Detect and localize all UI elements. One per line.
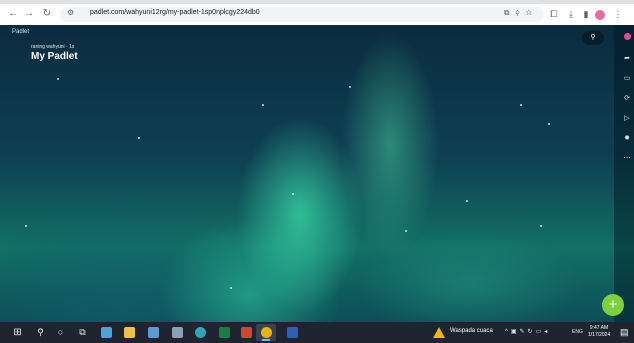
system-tray[interactable]: ^▣✎↻▭◂ — [505, 328, 550, 335]
weather-text[interactable]: Waspada cuaca — [450, 328, 493, 334]
calendar-icon[interactable] — [148, 327, 159, 338]
store-icon[interactable] — [172, 327, 183, 338]
clock-time: 9:47 AM — [589, 325, 609, 331]
notification-icon[interactable]: ▤ — [620, 327, 629, 338]
padlet-canvas[interactable]: Padlet raning wahyuni · 1s My Padlet ⚲ ➦… — [0, 25, 634, 322]
star — [138, 137, 140, 139]
star — [57, 78, 59, 80]
star — [25, 225, 27, 227]
sync-icon[interactable]: ↻ — [528, 329, 536, 335]
address-bar-actions[interactable]: ⧉⚲☆ — [504, 8, 538, 18]
word-icon[interactable] — [287, 327, 298, 338]
star — [262, 104, 264, 106]
edge-icon[interactable] — [195, 327, 206, 338]
browser-menu-icon[interactable]: ⋮ — [612, 7, 624, 21]
screen: ← → ↻ ⚙ padlet.com/wahyuni12rg/my-padlet… — [0, 0, 634, 343]
speaker-icon[interactable]: ◂ — [544, 329, 550, 335]
star — [349, 86, 351, 88]
tray-app-icon[interactable]: ▣ — [511, 329, 520, 335]
mail-icon[interactable] — [101, 327, 112, 338]
powerpoint-icon[interactable] — [241, 327, 252, 338]
chrome-icon — [261, 327, 272, 338]
add-post-button[interactable]: + — [602, 294, 624, 316]
star — [466, 200, 468, 202]
star — [230, 287, 232, 289]
side-toolbar — [614, 25, 634, 322]
remake-icon[interactable]: ⟳ — [620, 92, 634, 106]
task-view-icon[interactable]: ⧉ — [75, 325, 90, 340]
star — [405, 230, 407, 232]
bookmark-star-icon[interactable]: ☆ — [525, 8, 538, 17]
profile-avatar[interactable] — [595, 10, 605, 20]
search-button[interactable]: ⚲ — [582, 31, 604, 45]
star — [540, 225, 542, 227]
layout-icon[interactable]: ▭ — [620, 72, 634, 86]
browser-toolbar: ← → ↻ ⚙ padlet.com/wahyuni12rg/my-padlet… — [0, 4, 634, 25]
file-explorer-icon[interactable] — [124, 327, 135, 338]
padlet-owner: raning wahyuni · 1s — [31, 44, 75, 50]
clock[interactable]: 9:47 AM 1/17/2024 — [588, 325, 610, 339]
excel-icon[interactable] — [219, 327, 230, 338]
star — [548, 123, 550, 125]
user-avatar[interactable] — [624, 33, 631, 40]
padlet-title[interactable]: My Padlet — [31, 51, 78, 62]
weather-warning-icon[interactable] — [433, 327, 445, 338]
extensions-icon[interactable]: ⧠ — [548, 7, 560, 21]
settings-gear-icon[interactable]: ✹ — [620, 132, 634, 146]
windows-taskbar: ⊞ ⚲ ○ ⧉ Waspada cuaca ^▣✎↻▭◂ ENG 9:47 AM… — [0, 322, 634, 343]
more-icon[interactable]: ⋯ — [620, 152, 634, 166]
forward-button[interactable]: → — [22, 7, 36, 21]
zoom-icon[interactable]: ⚲ — [516, 8, 526, 17]
site-info-icon[interactable]: ⚙ — [67, 8, 74, 17]
cortana-icon[interactable]: ○ — [53, 325, 68, 340]
address-bar[interactable]: ⚙ padlet.com/wahyuni12rg/my-padlet-1sp0n… — [60, 7, 544, 22]
pen-icon[interactable]: ✎ — [520, 329, 528, 335]
star — [292, 193, 294, 195]
install-app-icon[interactable]: ⧉ — [504, 8, 516, 17]
share-icon[interactable]: ➦ — [620, 52, 634, 66]
clock-date: 1/17/2024 — [588, 332, 611, 338]
search-icon[interactable]: ⚲ — [33, 325, 48, 340]
url-text[interactable]: padlet.com/wahyuni12rg/my-padlet-1sp0npl… — [90, 9, 260, 16]
reload-button[interactable]: ↻ — [40, 7, 54, 21]
star — [520, 104, 522, 106]
search-icon: ⚲ — [590, 34, 596, 41]
start-windows-icon[interactable]: ⊞ — [10, 325, 25, 340]
back-button[interactable]: ← — [6, 7, 20, 21]
side-panel-icon[interactable]: ▮ — [580, 7, 592, 21]
language-indicator[interactable]: ENG — [572, 329, 583, 335]
slideshow-icon[interactable]: ▷ — [620, 112, 634, 126]
battery-icon[interactable]: ▭ — [536, 329, 545, 335]
padlet-brand[interactable]: Padlet — [12, 29, 29, 35]
download-icon[interactable]: ⤓ — [565, 7, 577, 21]
